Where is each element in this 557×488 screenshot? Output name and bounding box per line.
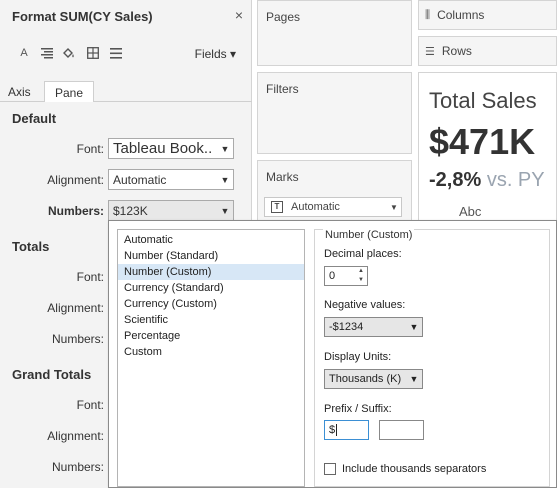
fields-dropdown[interactable]: Fields ▾	[195, 47, 236, 61]
rows-shelf[interactable]: ☰ Rows	[418, 36, 557, 66]
filters-card[interactable]: Filters	[257, 72, 412, 154]
kpi-delta-percent: -2,8%	[429, 169, 482, 191]
decimal-places-label: Decimal places:	[324, 248, 402, 260]
format-option-custom[interactable]: Custom	[118, 344, 304, 360]
decimal-places-value: 0	[329, 270, 336, 282]
negative-values-value: -$1234	[329, 321, 364, 333]
thousands-separator-checkbox[interactable]: Include thousands separators	[324, 463, 486, 475]
columns-icon: ⫼	[425, 8, 431, 21]
format-option-percentage[interactable]: Percentage	[118, 328, 304, 344]
section-heading-grand-totals: Grand Totals	[12, 367, 92, 382]
text-cursor	[336, 424, 338, 436]
prefix-value: $	[329, 424, 336, 436]
mark-type-value: Automatic	[291, 201, 340, 213]
format-option-number-standard[interactable]: Number (Standard)	[118, 248, 304, 264]
columns-shelf[interactable]: ⫼ Columns	[418, 0, 557, 30]
marks-label: Marks	[266, 170, 299, 184]
section-heading-totals: Totals	[12, 239, 50, 254]
format-option-currency-custom[interactable]: Currency (Custom)	[118, 296, 304, 312]
section-heading-default: Default	[12, 111, 57, 126]
abc-placeholder: Abc	[459, 204, 482, 219]
format-option-currency-standard[interactable]: Currency (Standard)	[118, 280, 304, 296]
suffix-input[interactable]	[379, 420, 424, 440]
fields-label: Fields	[194, 47, 227, 61]
grand-totals-font-label: Font:	[76, 398, 104, 412]
font-icon[interactable]: A	[17, 46, 31, 60]
kpi-delta: -2,8% vs. PY	[429, 169, 545, 192]
columns-label: Columns	[437, 8, 485, 22]
chevron-down-icon: ▼	[220, 205, 230, 216]
format-toolbar: A Fields ▾	[0, 42, 252, 68]
totals-numbers-label: Numbers:	[51, 332, 104, 346]
mark-type-dropdown[interactable]: T Automatic ▼	[264, 197, 402, 217]
thousands-separator-label: Include thousands separators	[342, 463, 487, 475]
display-units-select[interactable]: Thousands (K) ▼	[324, 369, 423, 389]
chevron-down-icon: ▼	[390, 202, 398, 212]
decimal-places-input[interactable]: 0 ▲ ▼	[324, 266, 368, 286]
kpi-delta-label: vs. PY	[486, 169, 545, 191]
default-font-label: Font:	[76, 142, 104, 156]
format-option-number-custom[interactable]: Number (Custom)	[118, 264, 304, 280]
default-numbers-value: $123K	[113, 203, 148, 218]
grand-totals-numbers-label: Numbers:	[51, 460, 104, 474]
rows-icon: ☰	[425, 44, 435, 58]
totals-alignment-label: Alignment:	[47, 301, 104, 315]
options-legend: Number (Custom)	[323, 229, 415, 241]
default-font-dropdown[interactable]: Tableau Book.. ▼	[108, 138, 234, 159]
tab-pane[interactable]: Pane	[44, 81, 94, 103]
number-format-popup: Automatic Number (Standard) Number (Cust…	[108, 220, 557, 488]
pages-card[interactable]: Pages	[257, 0, 412, 66]
number-format-list: Automatic Number (Standard) Number (Cust…	[117, 229, 305, 487]
worksheet-view[interactable]: Total Sales $471K -2,8% vs. PY Abc	[418, 72, 557, 222]
pages-label: Pages	[266, 10, 301, 24]
chevron-down-icon: ▼	[220, 174, 230, 185]
number-format-options: Number (Custom) Decimal places: 0 ▲ ▼ Neg…	[314, 229, 550, 487]
decimal-places-stepper[interactable]: ▲ ▼	[355, 267, 367, 285]
default-numbers-dropdown[interactable]: $123K ▼	[108, 200, 234, 221]
default-alignment-value: Automatic	[113, 172, 167, 187]
kpi-value[interactable]: $471K	[429, 121, 535, 163]
display-units-label: Display Units:	[324, 351, 392, 363]
marks-card: Marks T Automatic ▼	[257, 160, 412, 222]
prefix-input[interactable]: $	[324, 420, 369, 440]
display-units-value: Thousands (K)	[329, 373, 402, 385]
chevron-down-icon: ▼	[220, 143, 230, 154]
format-option-automatic[interactable]: Automatic	[118, 232, 304, 248]
chevron-down-icon: ▼	[409, 374, 419, 384]
fill-bucket-icon[interactable]	[62, 46, 76, 60]
filters-label: Filters	[266, 82, 299, 96]
chevron-down-icon: ▾	[229, 47, 236, 61]
tab-axis[interactable]: Axis	[0, 81, 39, 103]
rows-label: Rows	[441, 44, 472, 58]
default-numbers-label: Numbers:	[47, 204, 104, 218]
lines-icon[interactable]	[109, 46, 123, 60]
chevron-down-icon: ▼	[409, 322, 419, 332]
close-icon[interactable]: ×	[235, 7, 243, 23]
grand-totals-alignment-label: Alignment:	[47, 429, 104, 443]
totals-font-label: Font:	[76, 270, 104, 284]
font-icon-glyph: A	[20, 47, 28, 59]
format-option-scientific[interactable]: Scientific	[118, 312, 304, 328]
text-mark-icon: T	[271, 201, 283, 213]
checkbox-box[interactable]	[324, 463, 336, 475]
negative-values-label: Negative values:	[324, 299, 406, 311]
format-tabs: Axis Pane	[0, 80, 252, 103]
format-pane-title: Format SUM(CY Sales)	[12, 9, 153, 24]
default-alignment-label: Alignment:	[47, 173, 104, 187]
default-alignment-dropdown[interactable]: Automatic ▼	[108, 169, 234, 190]
negative-values-select[interactable]: -$1234 ▼	[324, 317, 423, 337]
kpi-title: Total Sales	[429, 88, 537, 113]
borders-icon[interactable]	[86, 46, 100, 60]
prefix-suffix-label: Prefix / Suffix:	[324, 403, 392, 415]
align-icon[interactable]	[40, 46, 54, 60]
default-font-value: Tableau Book..	[113, 140, 213, 157]
